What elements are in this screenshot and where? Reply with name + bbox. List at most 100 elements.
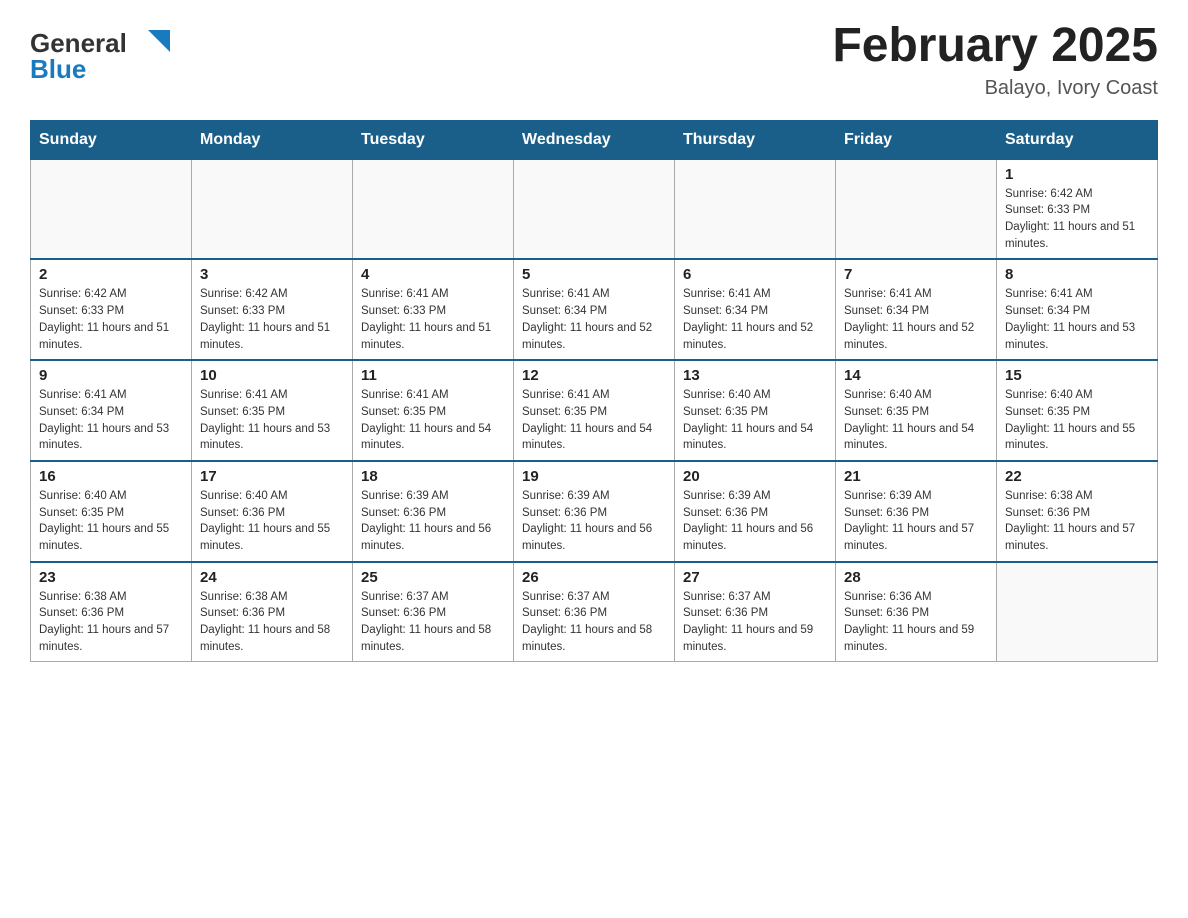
col-sunday: Sunday (31, 120, 192, 159)
day-number: 9 (39, 367, 183, 384)
calendar-cell (675, 159, 836, 259)
day-info: Sunrise: 6:39 AM Sunset: 6:36 PM Dayligh… (361, 488, 505, 555)
calendar-cell: 2 Sunrise: 6:42 AM Sunset: 6:33 PM Daylig… (31, 259, 192, 360)
calendar-row: 2 Sunrise: 6:42 AM Sunset: 6:33 PM Daylig… (31, 259, 1158, 360)
day-info: Sunrise: 6:41 AM Sunset: 6:34 PM Dayligh… (683, 286, 827, 353)
day-number: 6 (683, 266, 827, 283)
calendar-cell: 9 Sunrise: 6:41 AM Sunset: 6:34 PM Daylig… (31, 360, 192, 461)
day-number: 23 (39, 569, 183, 586)
col-wednesday: Wednesday (514, 120, 675, 159)
day-number: 18 (361, 468, 505, 485)
calendar-cell: 20 Sunrise: 6:39 AM Sunset: 6:36 PM Dayli… (675, 461, 836, 562)
day-number: 17 (200, 468, 344, 485)
day-number: 19 (522, 468, 666, 485)
day-number: 4 (361, 266, 505, 283)
day-info: Sunrise: 6:40 AM Sunset: 6:35 PM Dayligh… (1005, 387, 1149, 454)
calendar-cell: 25 Sunrise: 6:37 AM Sunset: 6:36 PM Dayli… (353, 562, 514, 662)
day-info: Sunrise: 6:37 AM Sunset: 6:36 PM Dayligh… (683, 589, 827, 656)
day-number: 24 (200, 569, 344, 586)
day-number: 3 (200, 266, 344, 283)
day-info: Sunrise: 6:38 AM Sunset: 6:36 PM Dayligh… (200, 589, 344, 656)
day-number: 1 (1005, 166, 1149, 183)
calendar-row: 16Sunrise: 6:40 AM Sunset: 6:35 PM Dayli… (31, 461, 1158, 562)
title-section: February 2025 Balayo, Ivory Coast (832, 20, 1158, 100)
calendar-cell (353, 159, 514, 259)
day-number: 20 (683, 468, 827, 485)
col-thursday: Thursday (675, 120, 836, 159)
day-info: Sunrise: 6:42 AM Sunset: 6:33 PM Dayligh… (200, 286, 344, 353)
col-friday: Friday (836, 120, 997, 159)
calendar-table: Sunday Monday Tuesday Wednesday Thursday… (30, 120, 1158, 662)
calendar-cell: 11 Sunrise: 6:41 AM Sunset: 6:35 PM Dayli… (353, 360, 514, 461)
day-number: 11 (361, 367, 505, 384)
calendar-cell: 16Sunrise: 6:40 AM Sunset: 6:35 PM Dayli… (31, 461, 192, 562)
day-number: 28 (844, 569, 988, 586)
logo-svg: General Blue (30, 20, 170, 85)
day-info: Sunrise: 6:41 AM Sunset: 6:34 PM Dayligh… (844, 286, 988, 353)
logo: General Blue (30, 20, 170, 85)
calendar-cell: 10 Sunrise: 6:41 AM Sunset: 6:35 PM Dayli… (192, 360, 353, 461)
month-title: February 2025 (832, 20, 1158, 73)
calendar-cell: 4 Sunrise: 6:41 AM Sunset: 6:33 PM Daylig… (353, 259, 514, 360)
calendar-cell (31, 159, 192, 259)
day-info: Sunrise: 6:41 AM Sunset: 6:35 PM Dayligh… (200, 387, 344, 454)
calendar-cell: 19 Sunrise: 6:39 AM Sunset: 6:36 PM Dayli… (514, 461, 675, 562)
day-number: 25 (361, 569, 505, 586)
calendar-cell: 17 Sunrise: 6:40 AM Sunset: 6:36 PM Dayli… (192, 461, 353, 562)
day-info: Sunrise: 6:41 AM Sunset: 6:34 PM Dayligh… (522, 286, 666, 353)
calendar-cell: 6 Sunrise: 6:41 AM Sunset: 6:34 PM Daylig… (675, 259, 836, 360)
day-info: Sunrise: 6:37 AM Sunset: 6:36 PM Dayligh… (522, 589, 666, 656)
col-tuesday: Tuesday (353, 120, 514, 159)
day-number: 13 (683, 367, 827, 384)
day-number: 15 (1005, 367, 1149, 384)
calendar-cell: 13 Sunrise: 6:40 AM Sunset: 6:35 PM Dayli… (675, 360, 836, 461)
day-number: 8 (1005, 266, 1149, 283)
calendar-row: 23 Sunrise: 6:38 AM Sunset: 6:36 PM Dayli… (31, 562, 1158, 662)
day-number: 12 (522, 367, 666, 384)
day-info: Sunrise: 6:41 AM Sunset: 6:35 PM Dayligh… (361, 387, 505, 454)
day-info: Sunrise: 6:42 AM Sunset: 6:33 PM Dayligh… (39, 286, 183, 353)
col-monday: Monday (192, 120, 353, 159)
calendar-row: 1 Sunrise: 6:42 AM Sunset: 6:33 PM Daylig… (31, 159, 1158, 259)
calendar-cell: 14 Sunrise: 6:40 AM Sunset: 6:35 PM Dayli… (836, 360, 997, 461)
calendar-cell (836, 159, 997, 259)
day-number: 14 (844, 367, 988, 384)
day-info: Sunrise: 6:41 AM Sunset: 6:34 PM Dayligh… (39, 387, 183, 454)
location-title: Balayo, Ivory Coast (832, 77, 1158, 100)
calendar-cell (192, 159, 353, 259)
day-info: Sunrise: 6:41 AM Sunset: 6:33 PM Dayligh… (361, 286, 505, 353)
day-info: Sunrise: 6:39 AM Sunset: 6:36 PM Dayligh… (683, 488, 827, 555)
day-number: 2 (39, 266, 183, 283)
day-number: 26 (522, 569, 666, 586)
day-info: Sunrise: 6:38 AM Sunset: 6:36 PM Dayligh… (1005, 488, 1149, 555)
day-info: Sunrise: 6:39 AM Sunset: 6:36 PM Dayligh… (844, 488, 988, 555)
calendar-cell: 3 Sunrise: 6:42 AM Sunset: 6:33 PM Daylig… (192, 259, 353, 360)
col-saturday: Saturday (997, 120, 1158, 159)
day-info: Sunrise: 6:41 AM Sunset: 6:34 PM Dayligh… (1005, 286, 1149, 353)
day-info: Sunrise: 6:40 AM Sunset: 6:35 PM Dayligh… (683, 387, 827, 454)
calendar-cell: 24 Sunrise: 6:38 AM Sunset: 6:36 PM Dayli… (192, 562, 353, 662)
day-info: Sunrise: 6:40 AM Sunset: 6:35 PM Dayligh… (844, 387, 988, 454)
calendar-cell: 1 Sunrise: 6:42 AM Sunset: 6:33 PM Daylig… (997, 159, 1158, 259)
svg-text:Blue: Blue (30, 54, 86, 84)
calendar-row: 9 Sunrise: 6:41 AM Sunset: 6:34 PM Daylig… (31, 360, 1158, 461)
calendar-cell: 7Sunrise: 6:41 AM Sunset: 6:34 PM Daylig… (836, 259, 997, 360)
calendar-cell: 8 Sunrise: 6:41 AM Sunset: 6:34 PM Daylig… (997, 259, 1158, 360)
logo-triangle-icon (148, 30, 170, 52)
day-info: Sunrise: 6:41 AM Sunset: 6:35 PM Dayligh… (522, 387, 666, 454)
day-info: Sunrise: 6:37 AM Sunset: 6:36 PM Dayligh… (361, 589, 505, 656)
day-info: Sunrise: 6:39 AM Sunset: 6:36 PM Dayligh… (522, 488, 666, 555)
day-info: Sunrise: 6:40 AM Sunset: 6:36 PM Dayligh… (200, 488, 344, 555)
calendar-cell: 15 Sunrise: 6:40 AM Sunset: 6:35 PM Dayli… (997, 360, 1158, 461)
calendar-cell: 26 Sunrise: 6:37 AM Sunset: 6:36 PM Dayli… (514, 562, 675, 662)
day-number: 21 (844, 468, 988, 485)
day-info: Sunrise: 6:36 AM Sunset: 6:36 PM Dayligh… (844, 589, 988, 656)
day-info: Sunrise: 6:40 AM Sunset: 6:35 PM Dayligh… (39, 488, 183, 555)
day-number: 10 (200, 367, 344, 384)
calendar-cell: 5 Sunrise: 6:41 AM Sunset: 6:34 PM Daylig… (514, 259, 675, 360)
day-number: 5 (522, 266, 666, 283)
calendar-cell: 18 Sunrise: 6:39 AM Sunset: 6:36 PM Dayli… (353, 461, 514, 562)
calendar-cell: 12 Sunrise: 6:41 AM Sunset: 6:35 PM Dayli… (514, 360, 675, 461)
calendar-cell: 23Sunrise: 6:38 AM Sunset: 6:36 PM Dayli… (31, 562, 192, 662)
day-info: Sunrise: 6:42 AM Sunset: 6:33 PM Dayligh… (1005, 186, 1149, 253)
